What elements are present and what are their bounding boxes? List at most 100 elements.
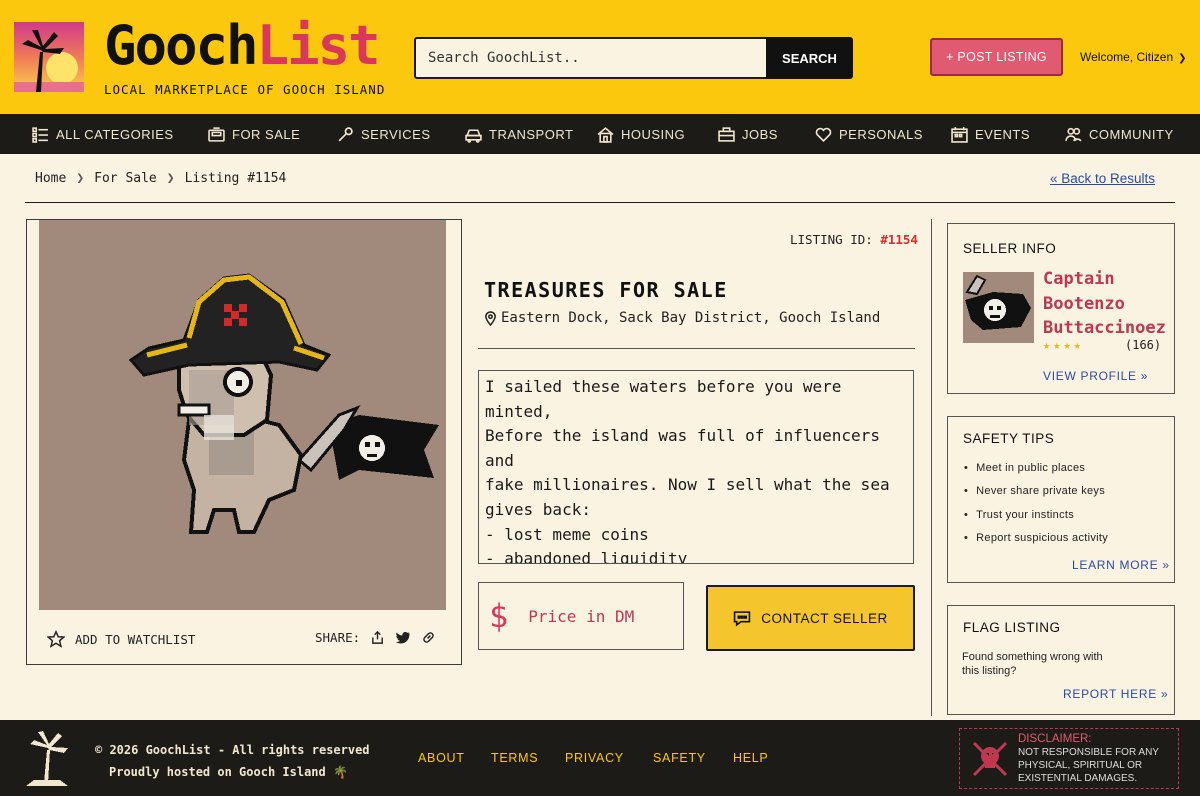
register-icon: [208, 127, 225, 142]
house-icon: [597, 127, 614, 143]
listing-id-value: #1154: [880, 232, 918, 247]
footer-link-about[interactable]: ABOUT: [418, 751, 465, 765]
share-icon[interactable]: [370, 630, 385, 645]
footer-link-privacy[interactable]: PRIVACY: [565, 751, 624, 765]
breadcrumb: Home ❯ For Sale ❯ Listing #1154: [35, 171, 286, 186]
share-bar: SHARE:: [315, 630, 436, 645]
share-label: SHARE:: [315, 630, 361, 645]
search-input[interactable]: [414, 37, 768, 79]
user-menu[interactable]: Welcome, Citizen ❯: [1080, 50, 1187, 64]
footer-link-safety[interactable]: SAFETY: [653, 751, 706, 765]
star-icon: [47, 630, 65, 648]
nav-label: TRANSPORT: [489, 127, 574, 142]
safety-tips-list: Meet in public places Never share privat…: [964, 462, 1108, 555]
footer-link-terms[interactable]: TERMS: [491, 751, 538, 765]
nav-label: PERSONALS: [839, 127, 923, 142]
twitter-bird-icon[interactable]: [395, 630, 411, 645]
seller-name[interactable]: Captain Bootenzo Buttaccinoez: [1043, 267, 1168, 341]
breadcrumb-current: Listing #1154: [184, 171, 287, 186]
seller-info-card: SELLER INFO Captain Bootenzo Buttaccinoe…: [947, 223, 1175, 394]
footer-link-help[interactable]: HELP: [733, 751, 768, 765]
safety-tips-heading: SAFETY TIPS: [963, 431, 1055, 446]
listing-image[interactable]: [39, 220, 446, 610]
list-item: Meet in public places: [964, 462, 1108, 485]
post-listing-button[interactable]: + POST LISTING: [930, 38, 1063, 76]
nav-jobs[interactable]: JOBS: [718, 126, 778, 143]
nav-community[interactable]: COMMUNITY: [1065, 126, 1174, 143]
chevron-down-icon: ❯: [1178, 53, 1187, 64]
hosted-text: Proudly hosted on Gooch Island 🌴: [109, 764, 348, 779]
nav-services[interactable]: SERVICES: [337, 126, 431, 143]
footer-copyright: © 2026 GoochList - All rights reserved P…: [95, 740, 370, 783]
search-button[interactable]: SEARCH: [766, 37, 853, 79]
flag-listing-text: Found something wrong with this listing?: [962, 651, 1103, 677]
disclaimer-title: DISCLAIMER:: [1018, 733, 1092, 745]
price-box: $ Price in DM: [478, 582, 684, 650]
list-item: Trust your instincts: [964, 509, 1108, 532]
breadcrumb-home[interactable]: Home: [35, 171, 66, 186]
seller-avatar[interactable]: [963, 272, 1034, 343]
wrench-icon: [338, 127, 353, 142]
flag-listing-card: FLAG LISTING Found something wrong with …: [947, 605, 1175, 715]
nav-label: FOR SALE: [232, 127, 301, 142]
category-nav: ALL CATEGORIES FOR SALE SERVICES TRANSPO…: [0, 116, 1200, 154]
nav-label: EVENTS: [975, 127, 1031, 142]
copyright-text: © 2026 GoochList - All rights reserved: [95, 743, 370, 757]
nav-for-sale[interactable]: FOR SALE: [208, 126, 300, 143]
nav-label: ALL CATEGORIES: [56, 127, 174, 142]
palm-sunset-icon[interactable]: [14, 22, 84, 92]
divider: [478, 348, 915, 349]
divider: [931, 219, 932, 716]
breadcrumb-for-sale[interactable]: For Sale: [94, 171, 157, 186]
seller-info-heading: SELLER INFO: [963, 241, 1057, 256]
dollar-icon: $: [489, 597, 509, 635]
nav-label: JOBS: [742, 127, 778, 142]
contact-seller-button[interactable]: CONTACT SELLER: [706, 585, 915, 651]
welcome-text: Welcome, Citizen: [1080, 50, 1174, 64]
add-to-watchlist-button[interactable]: ADD TO WATCHLIST: [47, 630, 195, 648]
learn-more-link[interactable]: LEARN MORE »: [1072, 558, 1170, 572]
header: GoochList LOCAL MARKETPLACE OF GOOCH ISL…: [0, 0, 1200, 116]
listing-location: Eastern Dock, Sack Bay District, Gooch I…: [484, 310, 880, 326]
people-icon: [1065, 127, 1082, 142]
nav-transport[interactable]: TRANSPORT: [465, 126, 573, 143]
listing-id: LISTING ID: #1154: [790, 232, 918, 247]
palm-island-icon: [26, 731, 68, 786]
star-rating: ★★★★: [1043, 338, 1084, 352]
calendar-icon: [951, 127, 968, 143]
price-text: Price in DM: [528, 606, 635, 626]
listing-description[interactable]: I sailed these waters before you were mi…: [478, 370, 914, 564]
report-link[interactable]: REPORT HERE »: [1063, 687, 1168, 701]
listing-id-label: LISTING ID:: [790, 232, 873, 247]
contact-label: CONTACT SELLER: [761, 610, 888, 626]
back-to-results-link[interactable]: « Back to Results: [1050, 171, 1155, 186]
link-icon[interactable]: [421, 630, 436, 645]
nav-events[interactable]: EVENTS: [951, 126, 1030, 143]
view-profile-link[interactable]: VIEW PROFILE »: [1043, 369, 1148, 383]
list-item: Report suspicious activity: [964, 532, 1108, 555]
location-text: Eastern Dock, Sack Bay District, Gooch I…: [501, 310, 881, 326]
flag-listing-heading: FLAG LISTING: [963, 620, 1061, 635]
safety-tips-card: SAFETY TIPS Meet in public places Never …: [947, 416, 1175, 583]
nav-label: HOUSING: [621, 127, 686, 142]
nav-all-categories[interactable]: ALL CATEGORIES: [32, 126, 174, 143]
skull-crossbones-icon: [972, 741, 1008, 777]
disclaimer-text: NOT RESPONSIBLE FOR ANY PHYSICAL, SPIRIT…: [1018, 747, 1159, 784]
nav-personals[interactable]: PERSONALS: [815, 126, 923, 143]
divider: [25, 202, 1175, 203]
chat-bubble-icon: [734, 610, 751, 626]
nav-housing[interactable]: HOUSING: [597, 126, 685, 143]
review-count: (166): [1125, 338, 1162, 352]
chevron-right-icon: ❯: [76, 171, 85, 186]
brand-title[interactable]: GoochList: [104, 16, 381, 76]
chevron-right-icon: ❯: [166, 171, 175, 186]
nav-label: COMMUNITY: [1089, 127, 1174, 142]
car-icon: [465, 129, 482, 143]
watchlist-label: ADD TO WATCHLIST: [75, 631, 196, 647]
listing-image-panel: ADD TO WATCHLIST SHARE:: [26, 219, 462, 665]
list-item: Never share private keys: [964, 485, 1108, 508]
nav-label: SERVICES: [361, 127, 431, 142]
heart-icon: [815, 127, 832, 143]
disclaimer-box: DISCLAIMER: NOT RESPONSIBLE FOR ANY PHYS…: [959, 728, 1179, 789]
grid-list-icon: [32, 127, 48, 143]
